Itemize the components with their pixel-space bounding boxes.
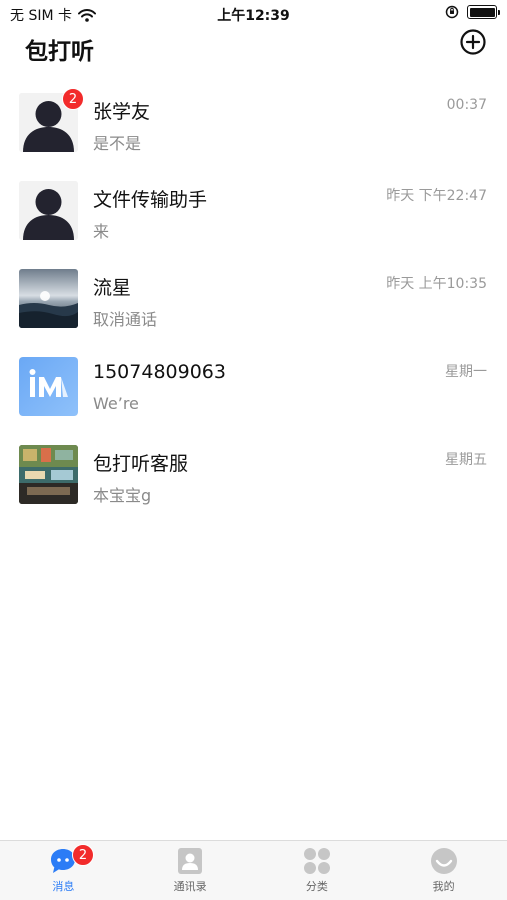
tab-bar: 2 消息 通讯录 分类 我的: [0, 840, 507, 900]
chat-preview: 是不是: [93, 134, 142, 153]
tab-messages[interactable]: 2 消息: [0, 841, 127, 900]
chat-name: 流星: [93, 277, 132, 299]
battery-icon: [467, 5, 500, 19]
unread-badge: 2: [62, 88, 84, 110]
chat-time: 00:37: [446, 97, 487, 113]
status-right: [445, 5, 500, 19]
chat-item[interactable]: 包打听客服 本宝宝g 星期五: [0, 430, 507, 518]
page-title: 包打听: [25, 39, 94, 65]
tab-category[interactable]: 分类: [254, 841, 381, 900]
chat-item[interactable]: 流星 取消通话 昨天 上午10:35: [0, 254, 507, 342]
chat-name: 包打听客服: [93, 453, 189, 475]
tab-profile[interactable]: 我的: [380, 841, 507, 900]
chat-name: 文件传输助手: [93, 189, 208, 211]
chat-preview: 来: [93, 222, 110, 241]
plus-circle-icon[interactable]: [459, 28, 487, 56]
status-bar: 无 SIM 卡 上午12:39: [0, 0, 507, 28]
tab-label: 通讯录: [173, 880, 207, 893]
chat-time: 昨天 下午22:47: [386, 188, 487, 204]
chat-list: 2 张学友 是不是 00:37 文件传输助手 来 昨天 下午22:47 流星 取…: [0, 78, 507, 518]
room-photo-icon: [19, 445, 78, 504]
avatar: [19, 269, 78, 328]
chat-preview: 取消通话: [93, 310, 158, 329]
chat-time: 昨天 上午10:35: [386, 276, 487, 292]
avatar: [19, 357, 78, 416]
tab-label: 分类: [305, 880, 328, 893]
ocean-photo-icon: [19, 269, 78, 328]
chat-time: 星期一: [445, 364, 487, 380]
tab-label: 我的: [432, 880, 455, 893]
category-grid-icon: [303, 848, 330, 874]
profile-icon: [430, 848, 457, 874]
chat-name: 15074809063: [93, 361, 226, 383]
tab-label: 消息: [52, 880, 75, 893]
chat-item[interactable]: 文件传输助手 来 昨天 下午22:47: [0, 166, 507, 254]
avatar: [19, 445, 78, 504]
orientation-lock-icon: [445, 5, 459, 19]
app-header: 包打听: [0, 28, 507, 72]
chat-time: 星期五: [445, 452, 487, 468]
chat-preview: We’re: [93, 394, 139, 413]
default-person-icon: [19, 181, 78, 240]
chat-name: 张学友: [93, 101, 151, 123]
status-time: 上午12:39: [217, 8, 290, 24]
contacts-icon: [178, 848, 203, 874]
tab-badge: 2: [72, 844, 94, 866]
chat-item[interactable]: 2 张学友 是不是 00:37: [0, 78, 507, 166]
tab-contacts[interactable]: 通讯录: [127, 841, 254, 900]
im-logo-icon: [19, 357, 78, 416]
chat-preview: 本宝宝g: [93, 486, 152, 505]
chat-item[interactable]: 15074809063 We’re 星期一: [0, 342, 507, 430]
avatar: [19, 181, 78, 240]
